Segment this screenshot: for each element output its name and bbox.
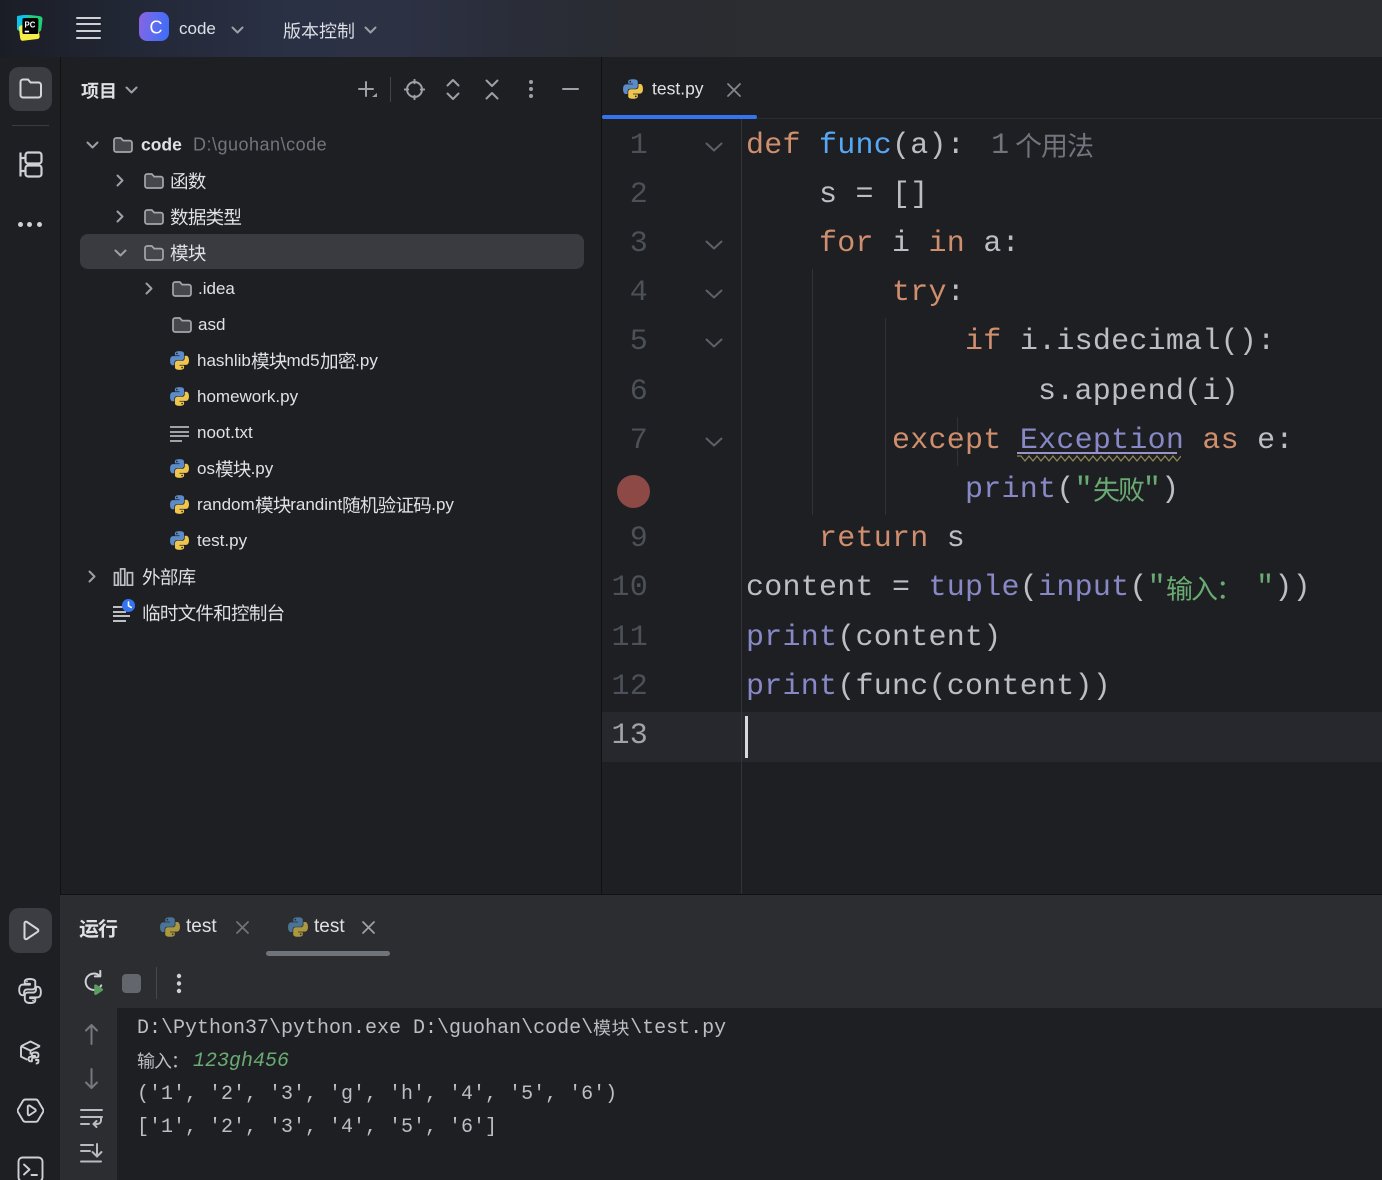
svg-text:PC: PC bbox=[25, 21, 36, 30]
